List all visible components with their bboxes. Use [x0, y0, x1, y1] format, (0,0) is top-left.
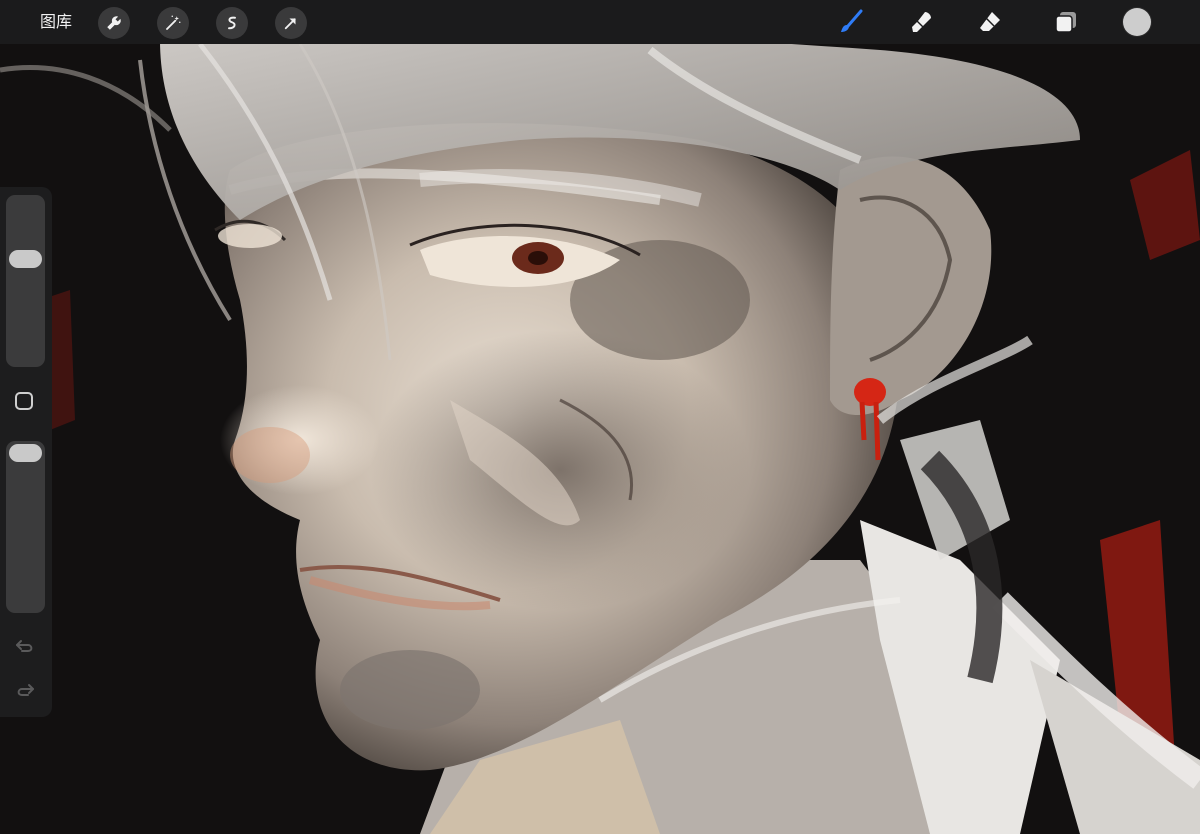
- procreate-app: 图库: [0, 0, 1200, 834]
- adjustments-button[interactable]: [157, 7, 189, 39]
- redo-icon: [17, 684, 34, 696]
- magic-wand-icon: [166, 15, 181, 30]
- color-picker-button[interactable]: [1123, 8, 1151, 36]
- brush-tool-button[interactable]: [835, 6, 867, 38]
- undo-button[interactable]: [14, 635, 36, 657]
- smudge-tool-button[interactable]: [906, 6, 938, 38]
- transform-arrow-icon: [284, 18, 296, 30]
- smudge-icon: [912, 12, 931, 32]
- painting-canvas[interactable]: [0, 0, 1200, 834]
- opacity-slider[interactable]: [6, 441, 45, 613]
- selection-button[interactable]: [216, 7, 248, 39]
- gallery-button[interactable]: 图库: [40, 0, 72, 44]
- brush-size-slider-thumb[interactable]: [9, 249, 42, 268]
- undo-icon: [16, 640, 33, 652]
- brush-icon: [841, 9, 863, 32]
- eraser-tool-button[interactable]: [974, 6, 1006, 38]
- top-toolbar: 图库: [0, 0, 1200, 44]
- transform-button[interactable]: [275, 7, 307, 39]
- eraser-icon: [980, 12, 1000, 31]
- redo-button[interactable]: [14, 679, 36, 701]
- actions-button[interactable]: [98, 7, 130, 39]
- brush-size-slider[interactable]: [6, 195, 45, 367]
- wrench-icon: [107, 16, 121, 30]
- opacity-slider-thumb[interactable]: [9, 444, 42, 462]
- side-toolbar: [0, 187, 52, 717]
- layers-button[interactable]: [1050, 6, 1082, 38]
- modify-button[interactable]: [15, 392, 33, 410]
- selection-icon: [228, 16, 236, 30]
- layers-icon: [1055, 12, 1076, 33]
